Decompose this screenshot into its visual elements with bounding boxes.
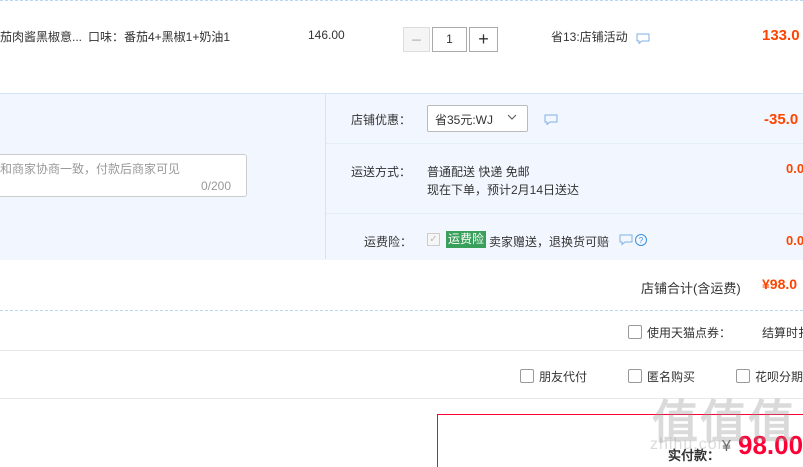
unit-price: 146.00 bbox=[308, 28, 345, 42]
divider bbox=[326, 143, 803, 144]
seller-message-placeholder: 和商家协商一致，付款后商家可见 bbox=[0, 162, 181, 176]
product-row bbox=[0, 0, 803, 92]
question-icon: ? bbox=[635, 234, 647, 246]
points-checkbox[interactable] bbox=[628, 325, 642, 339]
settle-hint: 结算时扌 bbox=[762, 326, 803, 340]
anonymous-checkbox[interactable] bbox=[628, 369, 642, 383]
quantity-decrease-button[interactable]: − bbox=[403, 27, 430, 52]
shipping-method: 普通配送 快递 免邮 bbox=[427, 165, 530, 179]
svg-text:?: ? bbox=[639, 236, 644, 245]
friend-pay-checkbox[interactable] bbox=[520, 369, 534, 383]
product-spec: 口味：番茄4+黑椒1+奶油1 bbox=[88, 30, 231, 44]
product-name[interactable]: 茄肉酱黑椒意... bbox=[0, 28, 82, 45]
insurance-badge: 运费险 bbox=[446, 231, 487, 248]
insurance-label: 运费险： bbox=[364, 235, 413, 249]
quantity-increase-button[interactable]: + bbox=[469, 27, 498, 52]
shop-total-label: 店铺合计(含运费) bbox=[641, 281, 741, 296]
divider bbox=[0, 350, 803, 351]
delivery-estimate: 现在下单，预计2月14日送达 bbox=[427, 183, 580, 197]
promotion-label: 省13:店铺活动 bbox=[551, 30, 628, 44]
coupon-select-value[interactable]: 省35元:WJ bbox=[435, 111, 493, 128]
watermark-text: zhihu.com bbox=[650, 436, 732, 453]
divider bbox=[0, 310, 803, 312]
item-subtotal: 133.0 bbox=[762, 27, 800, 44]
chat-icon[interactable] bbox=[636, 33, 650, 44]
shipping-label: 运送方式： bbox=[351, 165, 412, 179]
installment-label: 花呗分期 bbox=[755, 370, 803, 384]
shop-discount-label: 店铺优惠： bbox=[351, 113, 412, 127]
installment-checkbox[interactable] bbox=[736, 369, 750, 383]
anonymous-label: 匿名购买 bbox=[647, 370, 696, 384]
insurance-amount: 0.0 bbox=[786, 233, 803, 248]
chat-icon bbox=[619, 234, 633, 246]
divider bbox=[326, 213, 803, 214]
chevron-down-icon[interactable] bbox=[506, 111, 518, 123]
message-char-counter: 0/200 bbox=[201, 179, 232, 193]
friend-pay-label: 朋友代付 bbox=[539, 370, 588, 384]
divider bbox=[0, 0, 803, 2]
quantity-input[interactable]: 1 bbox=[432, 27, 467, 52]
insurance-help-icons[interactable]: ? bbox=[619, 233, 649, 247]
chat-icon[interactable] bbox=[544, 114, 558, 125]
points-label: 使用天猫点券： bbox=[647, 326, 732, 340]
insurance-description: 卖家赠送，退换货可赔 bbox=[489, 235, 610, 249]
insurance-checkbox[interactable]: ✓ bbox=[427, 233, 440, 246]
shipping-amount: 0.0 bbox=[786, 161, 803, 176]
shop-total-value: ¥98.0 bbox=[762, 276, 798, 292]
shop-discount-amount: -35.0 bbox=[764, 111, 799, 128]
